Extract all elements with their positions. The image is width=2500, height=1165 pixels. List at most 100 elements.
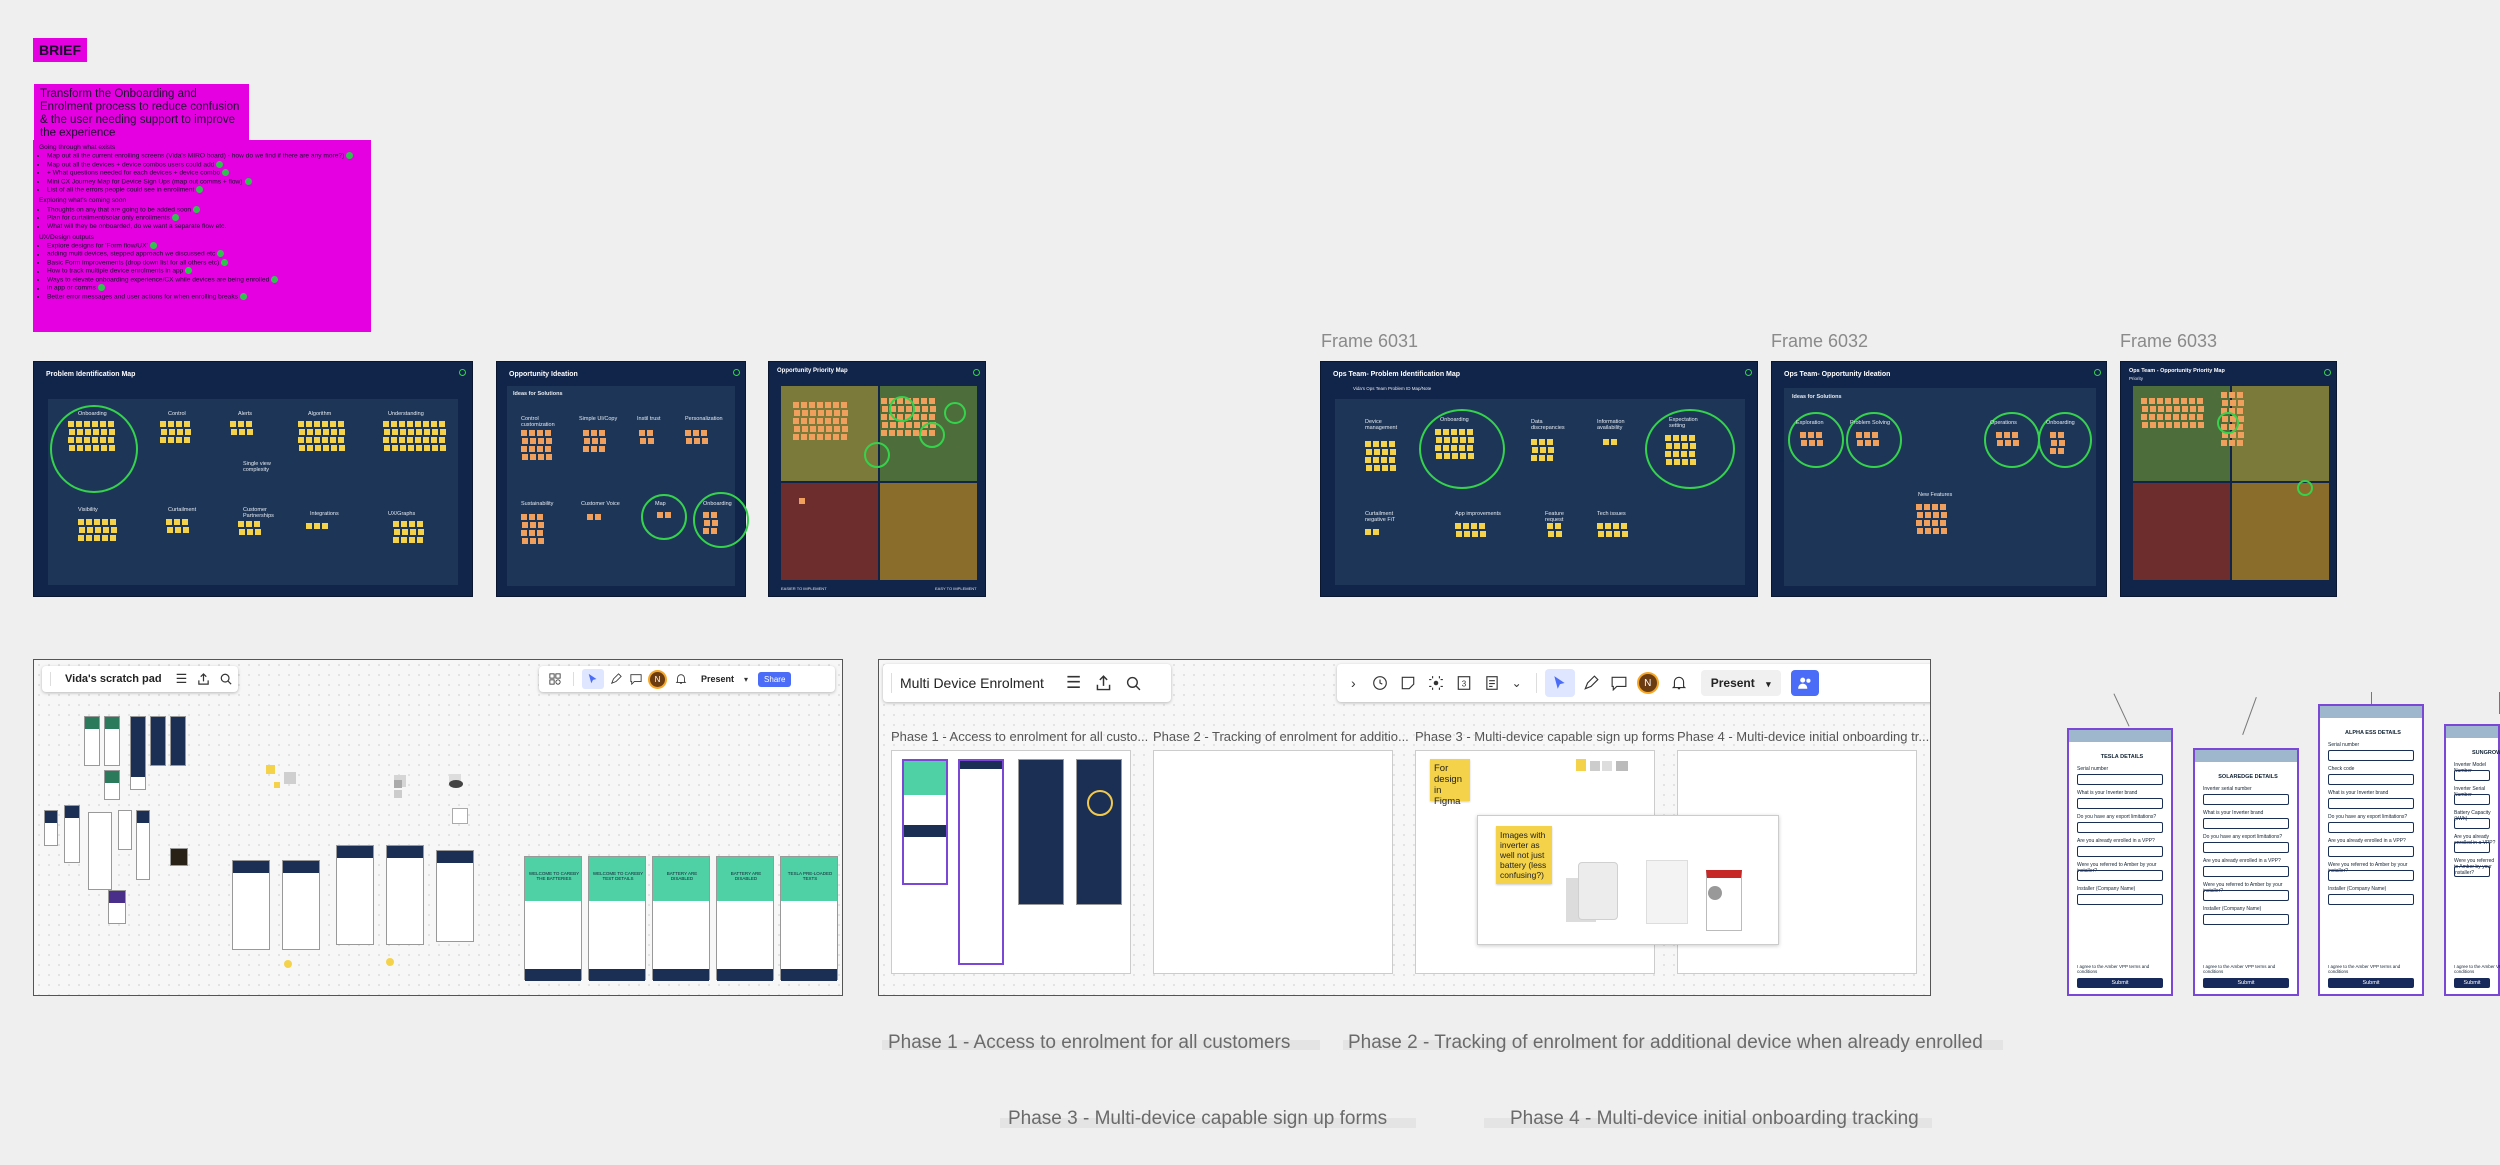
form-input[interactable] (2077, 774, 2163, 785)
chevron-right-icon[interactable]: › (1351, 675, 1356, 691)
form-input[interactable] (2203, 794, 2289, 805)
phase-2-column[interactable] (1153, 750, 1393, 974)
widget-icon[interactable] (549, 673, 561, 685)
share-button[interactable]: Share (758, 671, 792, 687)
chevron-double-down-icon[interactable]: ⌄ (1512, 676, 1522, 690)
form-input[interactable] (2328, 822, 2414, 833)
submit-button[interactable]: Submit (2077, 978, 2163, 988)
form-input[interactable] (2328, 774, 2414, 785)
ops-opportunity-ideation-board[interactable]: Ops Team- Opportunity Ideation Ideas for… (1771, 361, 2107, 597)
form-input[interactable] (2454, 842, 2490, 853)
frame-label-6031[interactable]: Frame 6031 (1321, 331, 1418, 352)
pen-icon[interactable] (1583, 675, 1599, 691)
present-button[interactable]: Present (701, 674, 734, 684)
chevron-down-icon[interactable]: ▾ (744, 675, 748, 684)
sticky-note (108, 437, 114, 443)
form-input[interactable] (2077, 846, 2163, 857)
form-input[interactable] (2328, 798, 2414, 809)
device-images-card[interactable]: Images with inverter as well not just ba… (1477, 815, 1779, 945)
avatar[interactable]: N (650, 671, 665, 687)
sticky-note (1532, 447, 1538, 453)
problem-identification-board[interactable]: Problem Identification Map Onboarding Co… (33, 361, 473, 597)
phase-label-3[interactable]: Phase 3 - Multi-device capable sign up f… (1008, 1108, 1387, 1130)
multi-device-enrolment-embed[interactable]: Multi Device Enrolment ☰ › 3 ⌄ N Present… (878, 659, 1931, 996)
submit-button[interactable]: Submit (2203, 978, 2289, 988)
form-input[interactable] (2077, 870, 2163, 881)
brief-notes-sticky[interactable]: Going through what exists Map out all th… (33, 140, 371, 332)
counter-icon[interactable]: 3 (1456, 675, 1472, 691)
ops-problem-identification-board[interactable]: Ops Team- Problem Identification Map Vid… (1320, 361, 1758, 597)
pen-icon[interactable] (610, 673, 622, 685)
terms-checkbox-label[interactable]: I agree to the Amber VPP terms and condi… (2077, 964, 2167, 974)
frame-label-6033[interactable]: Frame 6033 (2120, 331, 2217, 352)
frame-tool-icon[interactable] (1428, 675, 1444, 691)
form-input[interactable] (2077, 822, 2163, 833)
submit-button[interactable]: Submit (2328, 978, 2414, 988)
form-input[interactable] (2203, 866, 2289, 877)
sticky-note[interactable]: For design in Figma (1430, 759, 1470, 807)
sticky-note (1463, 523, 1469, 529)
menu-icon[interactable]: ☰ (176, 671, 188, 687)
form-input[interactable] (2328, 870, 2414, 881)
scratch-pad-embed[interactable]: Vida's scratch pad ☰ N Present ▾ Share W… (33, 659, 843, 996)
form-input[interactable] (2203, 890, 2289, 901)
present-button[interactable]: Present ▾ (1700, 670, 1781, 696)
sticky-note (439, 421, 445, 427)
share-button[interactable] (1790, 670, 1819, 696)
export-icon[interactable] (197, 672, 210, 686)
form-input[interactable] (2454, 818, 2490, 829)
export-icon[interactable] (1095, 674, 1112, 692)
sticky-note (1872, 432, 1878, 438)
phase-label-4[interactable]: Phase 4 - Multi-device initial onboardin… (1510, 1108, 1919, 1130)
form-input[interactable] (2203, 818, 2289, 829)
sticky-note (1382, 465, 1388, 471)
form-input[interactable] (2328, 750, 2414, 761)
cursor-icon[interactable] (1544, 669, 1575, 697)
form-input[interactable] (2077, 798, 2163, 809)
search-icon[interactable] (220, 673, 232, 685)
ops-opportunity-priority-board[interactable]: Ops Team - Opportunity Priority Map Prio… (2120, 361, 2337, 597)
bell-icon[interactable] (675, 673, 687, 685)
enrolment-form[interactable]: ALPHA ESS DETAILS Serial number Check code… (2318, 704, 2424, 996)
menu-icon[interactable]: ☰ (1066, 673, 1081, 693)
frame-label-6032[interactable]: Frame 6032 (1771, 331, 1868, 352)
sticky-note (323, 445, 329, 451)
form-input[interactable] (2454, 794, 2490, 805)
brief-tag[interactable]: BRIEF (33, 38, 87, 62)
form-input[interactable] (2454, 770, 2490, 781)
form-input[interactable] (2203, 842, 2289, 853)
terms-checkbox-label[interactable]: I agree to the Amber VPP terms and condi… (2203, 964, 2293, 974)
document-icon[interactable] (1484, 675, 1500, 691)
phase-label-2[interactable]: Phase 2 - Tracking of enrolment for addi… (1348, 1032, 1983, 1054)
form-input[interactable] (2328, 894, 2414, 905)
phase-1-column[interactable] (891, 750, 1131, 974)
sticky-note (881, 414, 887, 420)
form-input[interactable] (2203, 914, 2289, 925)
submit-button[interactable]: Submit (2454, 978, 2490, 988)
terms-checkbox-label[interactable]: I agree to the Amber VPP terms and condi… (2454, 964, 2500, 974)
terms-checkbox-label[interactable]: I agree to the Amber VPP terms and condi… (2328, 964, 2418, 974)
form-input[interactable] (2454, 866, 2490, 877)
opportunity-priority-board[interactable]: Opportunity Priority Map EASIER TO IMPLE… (768, 361, 986, 597)
enrolment-form[interactable]: TESLA DETAILS Serial number What is your I… (2067, 728, 2173, 996)
bell-icon[interactable] (1671, 675, 1687, 691)
sticky-note[interactable]: Images with inverter as well not just ba… (1496, 826, 1552, 884)
sticky-tool-icon[interactable] (1400, 675, 1416, 691)
phase-label-1[interactable]: Phase 1 - Access to enrolment for all cu… (888, 1032, 1290, 1054)
sticky-note (1452, 437, 1458, 443)
form-input[interactable] (2328, 846, 2414, 857)
file-title[interactable]: Multi Device Enrolment (900, 675, 1044, 691)
comment-icon[interactable] (1611, 675, 1627, 691)
form-input[interactable] (2077, 894, 2163, 905)
file-title[interactable]: Vida's scratch pad (65, 673, 162, 685)
comment-icon[interactable] (630, 673, 642, 685)
enrolment-form[interactable]: SOLAREDGE DETAILS Inverter serial number W… (2193, 748, 2299, 996)
avatar[interactable]: N (1638, 674, 1657, 692)
timer-icon[interactable] (1372, 675, 1388, 691)
cluster-label: Control customization (521, 416, 555, 428)
enrolment-form[interactable]: SUNGROW DETAILSInverter Model NumberInve… (2444, 724, 2500, 996)
opportunity-ideation-board[interactable]: Opportunity Ideation Ideas for Solutions… (496, 361, 749, 597)
brief-goal-sticky[interactable]: Transform the Onboarding and Enrolment p… (34, 84, 249, 144)
search-icon[interactable] (1126, 676, 1141, 691)
cursor-icon[interactable] (582, 669, 604, 689)
